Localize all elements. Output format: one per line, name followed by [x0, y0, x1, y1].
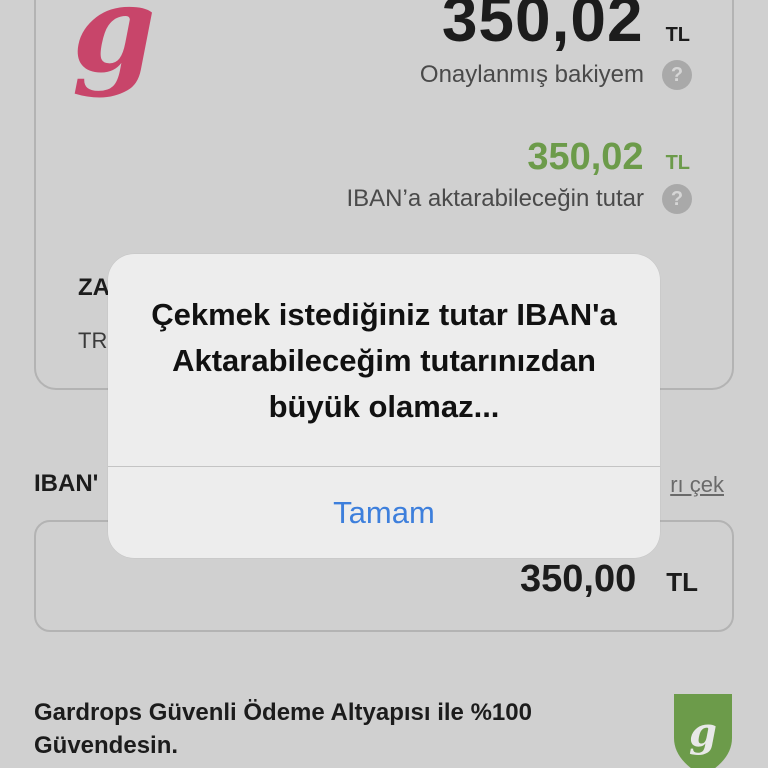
approved-balance-currency: TL [665, 24, 690, 46]
alert-message: Çekmek istediğiniz tutar IBAN'a Aktarabi… [151, 297, 617, 424]
transferable-caption-row: IBAN’a aktarabileceğin tutar ? [346, 184, 692, 214]
screen: g 350,02 TL Onaylanmış bakiyem ? 350,02 … [0, 0, 768, 768]
transferable-label: IBAN’a aktarabileceğin tutar [346, 185, 645, 212]
security-message: Gardrops Güvenli Ödeme Altyapısı ile %10… [34, 699, 532, 759]
withdraw-section-label: IBAN' [34, 470, 99, 497]
approved-balance-label: Onaylanmış bakiyem [419, 61, 644, 88]
approved-balance-caption-row: Onaylanmış bakiyem ? [420, 60, 692, 90]
gardrops-shield-icon: g [674, 694, 732, 768]
alert-ok-button[interactable]: Tamam [108, 467, 660, 558]
svg-text:g: g [689, 709, 717, 756]
bank-iban: TR [78, 328, 108, 353]
question-circle-icon[interactable]: ? [662, 60, 692, 90]
gardrops-logo-icon: g [72, 0, 156, 100]
bank-account-name: ZA [78, 274, 110, 301]
transferable-amount: 350,02 [527, 136, 644, 178]
transferable-balance-row: 350,02 TL [527, 136, 690, 179]
alert-dialog: Çekmek istediğiniz tutar IBAN'a Aktarabi… [108, 254, 660, 558]
withdraw-currency: TL [666, 567, 698, 597]
withdraw-amount-value: 350,00 TL [520, 558, 698, 601]
question-circle-icon[interactable]: ? [662, 184, 692, 214]
transferable-currency: TL [665, 152, 690, 174]
approved-balance-row: 350,02 TL [442, 0, 690, 56]
approved-balance-amount: 350,02 [441, 0, 644, 55]
withdraw-all-link[interactable]: rı çek [670, 472, 724, 498]
withdraw-amount: 350,00 [520, 558, 637, 600]
